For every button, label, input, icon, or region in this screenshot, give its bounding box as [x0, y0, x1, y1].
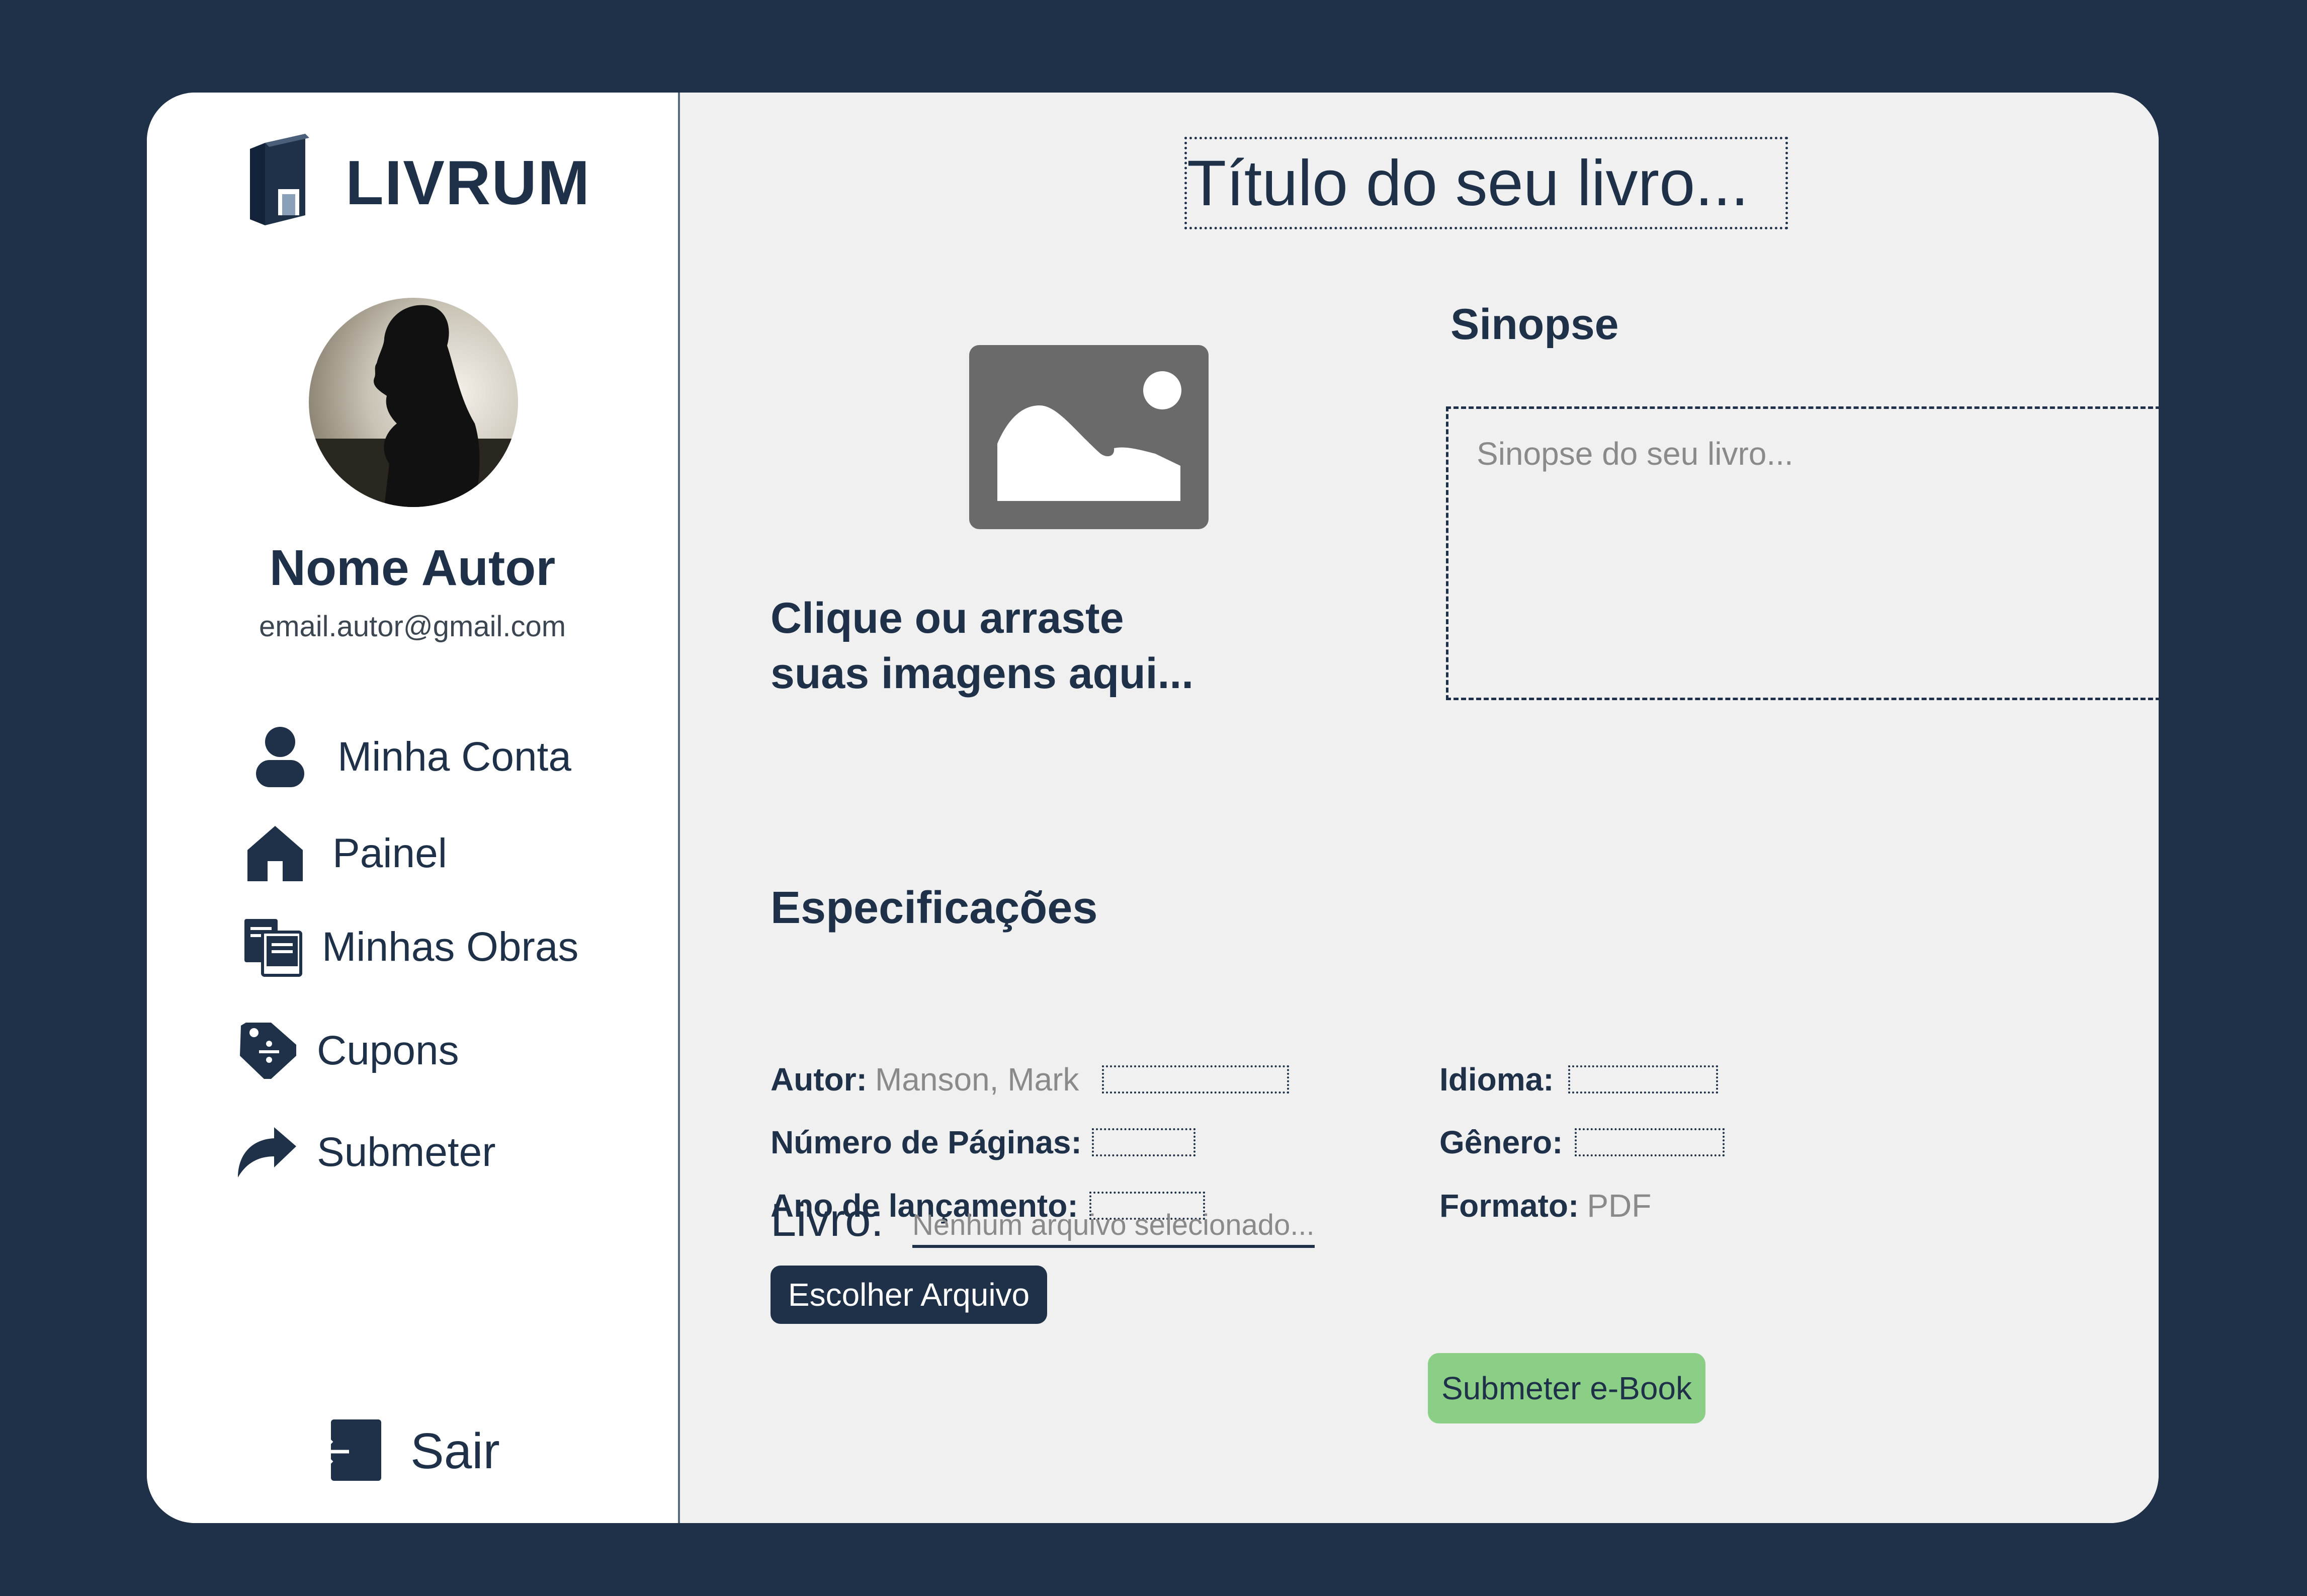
- logout-icon: [317, 1418, 382, 1484]
- image-dropzone-text[interactable]: Clique ou arraste suas imagens aqui...: [771, 591, 1193, 701]
- sidebar-item-label: Cupons: [317, 1028, 459, 1073]
- spec-paginas: Número de Páginas:: [771, 1124, 1195, 1161]
- sidebar-item-minhas-obras[interactable]: Minhas Obras: [237, 914, 578, 980]
- spec-formato-value: PDF: [1587, 1188, 1652, 1224]
- sidebar: LIVRUM Nome Autor email.autor@gmail.com: [147, 93, 680, 1523]
- synopsis-textarea[interactable]: Sinopse do seu livro...: [1446, 406, 2159, 700]
- sidebar-item-label: Submeter: [317, 1129, 496, 1175]
- app-logo[interactable]: LIVRUM: [250, 134, 590, 232]
- choose-file-button[interactable]: Escolher Arquivo: [771, 1266, 1047, 1324]
- sidebar-item-cupons[interactable]: Cupons: [232, 1018, 459, 1083]
- dropzone-line-1: Clique ou arraste: [771, 594, 1124, 642]
- submission-form: Título do seu livro... Clique ou arraste…: [680, 93, 2159, 1523]
- genero-input[interactable]: [1575, 1128, 1725, 1156]
- idioma-input[interactable]: [1568, 1065, 1718, 1094]
- image-dropzone[interactable]: [969, 345, 1211, 531]
- book-logo-icon: [250, 134, 317, 232]
- dropzone-line-2: suas imagens aqui...: [771, 649, 1194, 698]
- file-status: Nenhum arquivo selecionado...: [912, 1208, 1315, 1248]
- logout-button[interactable]: Sair: [317, 1418, 500, 1484]
- sidebar-item-minha-conta[interactable]: Minha Conta: [245, 724, 571, 790]
- sidebar-item-painel[interactable]: Painel: [240, 821, 447, 886]
- sidebar-item-label: Painel: [332, 830, 447, 876]
- author-email: email.autor@gmail.com: [259, 610, 566, 643]
- spec-formato-label: Formato:: [1439, 1188, 1579, 1224]
- spec-autor: Autor: Manson, Mark: [771, 1061, 1290, 1098]
- books-icon: [237, 914, 308, 980]
- coupon-tag-icon: [232, 1018, 303, 1083]
- livro-label: Livro:: [771, 1195, 884, 1246]
- spec-paginas-label: Número de Páginas:: [771, 1124, 1082, 1160]
- spec-idioma-label: Idioma:: [1439, 1061, 1554, 1098]
- share-arrow-icon: [232, 1120, 303, 1185]
- synopsis-label: Sinopse: [1450, 300, 1619, 349]
- spec-genero: Gênero:: [1439, 1124, 1725, 1161]
- spec-formato: Formato: PDF: [1439, 1187, 1651, 1224]
- spec-autor-value: Manson, Mark: [875, 1061, 1079, 1098]
- sidebar-item-label: Minha Conta: [337, 734, 571, 780]
- paginas-input[interactable]: [1091, 1128, 1195, 1156]
- sidebar-item-submeter[interactable]: Submeter: [232, 1120, 496, 1185]
- sidebar-item-label: Minhas Obras: [322, 924, 579, 970]
- main-card: LIVRUM Nome Autor email.autor@gmail.com: [147, 93, 2159, 1523]
- book-title-input[interactable]: Título do seu livro...: [1184, 137, 1788, 229]
- home-icon: [240, 821, 310, 886]
- specs-heading: Especificações: [771, 883, 1098, 933]
- author-name: Nome Autor: [269, 540, 556, 596]
- spec-autor-label: Autor:: [771, 1061, 867, 1098]
- spec-idioma: Idioma:: [1439, 1061, 1718, 1098]
- logout-label: Sair: [410, 1423, 500, 1479]
- image-placeholder-icon: [969, 345, 1209, 531]
- logo-text: LIVRUM: [346, 148, 591, 218]
- autor-input[interactable]: [1102, 1065, 1290, 1094]
- submit-ebook-button[interactable]: Submeter e-Book: [1428, 1353, 1705, 1423]
- user-icon: [245, 724, 315, 790]
- spec-genero-label: Gênero:: [1439, 1124, 1563, 1160]
- avatar[interactable]: [309, 298, 518, 507]
